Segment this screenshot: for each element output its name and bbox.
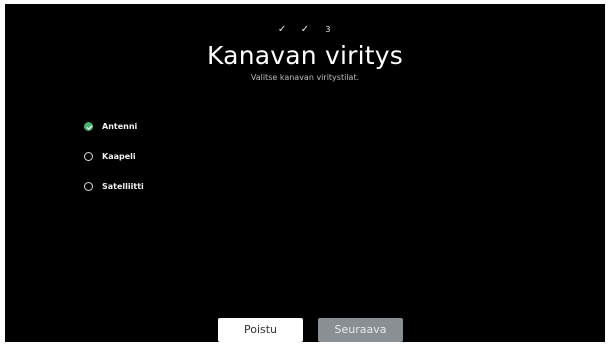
radio-unselected-icon — [84, 181, 93, 191]
option-antenna[interactable]: Antenni — [84, 111, 284, 141]
option-cable[interactable]: Kaapeli — [84, 141, 284, 171]
progress-steps: ✓ ✓ 3 — [5, 23, 605, 37]
page-title: Kanavan viritys — [207, 41, 403, 70]
option-label: Kaapeli — [102, 151, 136, 161]
radio-selected-check-icon — [84, 121, 93, 131]
step-2-done-check-icon: ✓ — [300, 24, 310, 35]
option-label: Satelliitti — [102, 181, 144, 191]
option-label: Antenni — [102, 121, 138, 131]
step-3-current: 3 — [325, 25, 331, 34]
setup-screen: ✓ ✓ 3 Kanavan viritys Valitse kanavan vi… — [5, 4, 605, 342]
option-satellite[interactable]: Satelliitti — [84, 171, 284, 201]
step-1-done-check-icon: ✓ — [277, 24, 287, 35]
radio-unselected-icon — [84, 151, 93, 161]
exit-button[interactable]: Poistu — [218, 318, 303, 342]
page-subtitle: Valitse kanavan viritystilat. — [250, 73, 360, 82]
next-button[interactable]: Seuraava — [318, 318, 403, 342]
tuning-options-list: Antenni Kaapeli Satelliitti — [84, 111, 284, 201]
